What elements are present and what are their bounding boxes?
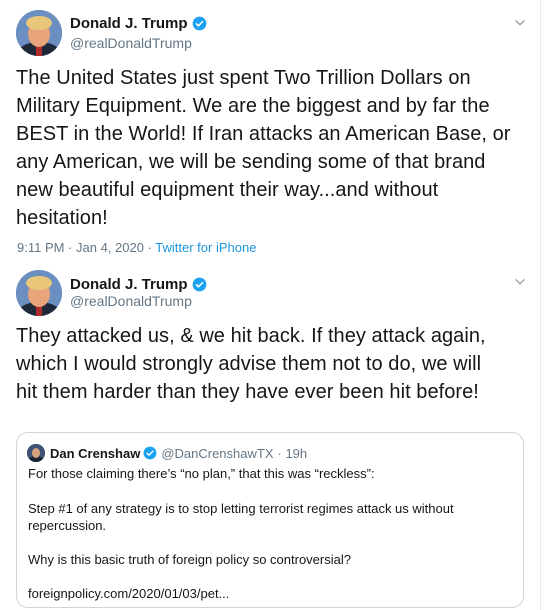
tweet-line: Military Equipment. We are the biggest a… [16, 95, 490, 117]
quoted-tweet-header: Dan Crenshaw @DanCrenshawTX · 19h [27, 444, 307, 462]
author-avatar[interactable] [16, 270, 62, 316]
tweet-line: hesitation! [16, 207, 108, 229]
quoted-author-avatar [27, 444, 45, 462]
source-link[interactable]: Twitter for iPhone [155, 240, 256, 255]
chevron-down-icon[interactable] [513, 275, 527, 289]
tweet-line: hit them harder than they have ever been… [16, 381, 479, 403]
quoted-text-line: Why is this basic truth of foreign polic… [28, 552, 351, 567]
author-name-row[interactable]: Donald J. Trump [70, 15, 207, 32]
tweet-metadata: 9:11 PM · Jan 4, 2020 · Twitter for iPho… [17, 240, 256, 255]
author-avatar[interactable] [16, 10, 62, 56]
timestamp[interactable]: 9:11 PM · Jan 4, 2020 · [17, 240, 155, 255]
chevron-down-icon[interactable] [513, 16, 527, 30]
quoted-text-line: For those claiming there’s “no plan,” th… [28, 466, 375, 481]
author-name-row[interactable]: Donald J. Trump [70, 276, 207, 293]
author-name[interactable]: Donald J. Trump [70, 276, 188, 293]
author-handle[interactable]: @realDonaldTrump [70, 293, 192, 309]
quoted-author-handle: @DanCrenshawTX [161, 445, 274, 461]
tweet-line: new beautiful equipment their way...and … [16, 179, 439, 201]
tweet-text: The United States just spent Two Trillio… [16, 64, 510, 232]
verified-badge-icon [192, 16, 206, 31]
tweet-line: any American, we will be sending some of… [16, 151, 486, 173]
author-name[interactable]: Donald J. Trump [70, 15, 188, 32]
quoted-text-line: Step #1 of any strategy is to stop letti… [28, 501, 454, 516]
tweet-2[interactable]: Donald J. Trump @realDonaldTrump They at… [0, 262, 541, 610]
tweet-line: The United States just spent Two Trillio… [16, 67, 471, 89]
quoted-tweet-time: · 19h [277, 445, 308, 461]
quoted-text-line: repercussion. [28, 518, 107, 533]
verified-badge-icon [192, 277, 206, 292]
author-handle[interactable]: @realDonaldTrump [70, 35, 192, 51]
tweet-line: which I would strongly advise them not t… [16, 353, 482, 375]
tweet-line: BEST in the World! If Iran attacks an Am… [16, 123, 511, 145]
quoted-author-name: Dan Crenshaw [50, 445, 141, 461]
quoted-tweet[interactable]: Dan Crenshaw @DanCrenshawTX · 19h For th… [16, 432, 524, 608]
quoted-link: foreignpolicy.com/2020/01/03/pet... [28, 586, 230, 601]
tweet-line: They attacked us, & we hit back. If they… [16, 325, 486, 347]
tweet-1[interactable]: Donald J. Trump @realDonaldTrump The Uni… [0, 0, 541, 263]
tweet-text: They attacked us, & we hit back. If they… [16, 322, 486, 406]
verified-badge-icon [143, 446, 157, 460]
